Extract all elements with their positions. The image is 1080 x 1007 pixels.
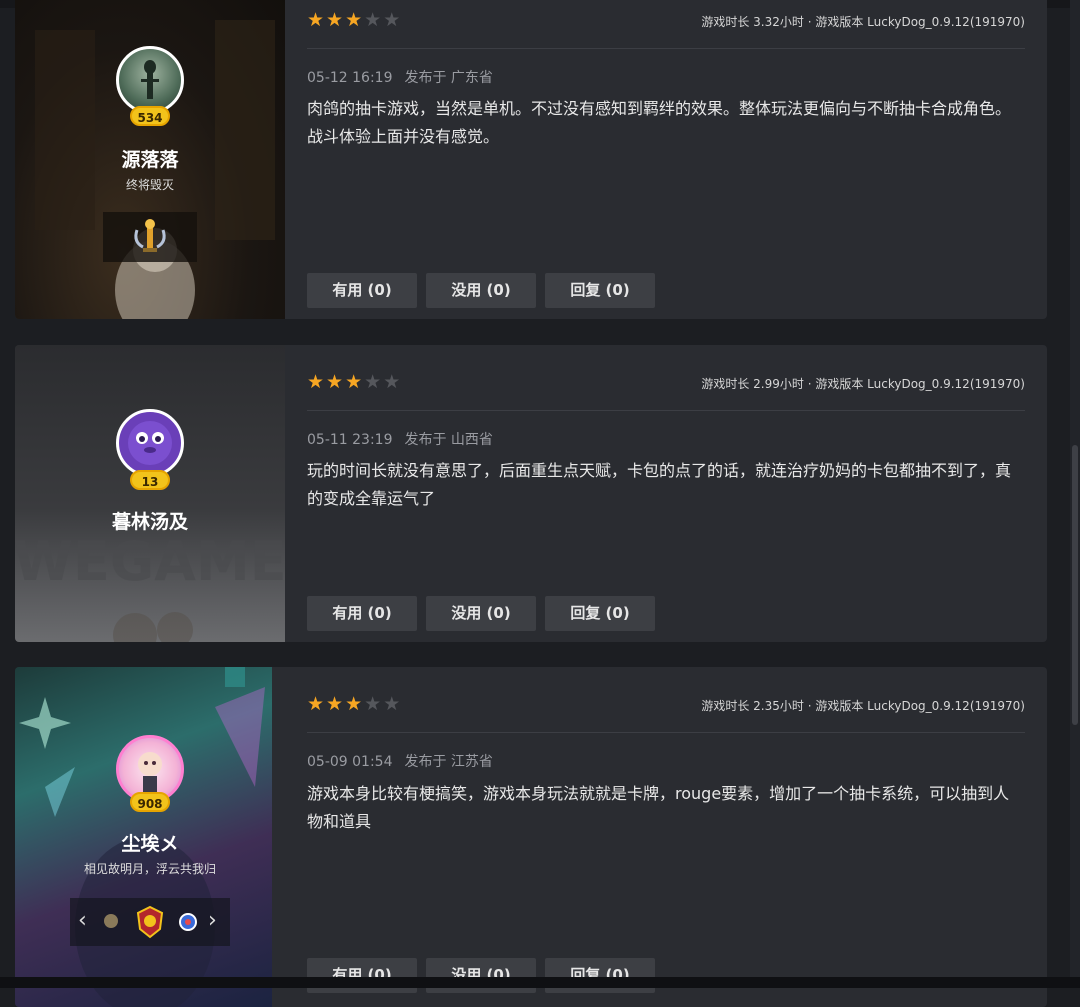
review-text: 肉鸽的抽卡游戏，当然是单机。不过没有感知到羁绊的效果。整体玩法更偏向与不断抽卡合… [307, 99, 1012, 146]
figure-avatar-icon[interactable] [116, 46, 184, 114]
user-panel: 534 源落落 终将毁灭 [15, 0, 285, 319]
user-panel: WEGAME 13 暮林汤及 [15, 345, 285, 642]
chevron-left-icon[interactable]: ‹ [78, 908, 87, 933]
star-icon: ★ [307, 9, 325, 31]
divider [307, 732, 1025, 733]
review-text: 玩的时间长就没有意思了，后面重生点天赋，卡包的点了的话，就连治疗奶妈的卡包都抽不… [307, 461, 1012, 508]
post-location: 发布于 江苏省 [404, 754, 493, 770]
review-text: 游戏本身比较有梗搞笑，游戏本身玩法就就是卡牌，rouge要素，增加了一个抽卡系统… [307, 784, 1010, 831]
star-icon: ★ [345, 371, 363, 393]
star-icon: ★ [326, 9, 344, 31]
review-body: ★ ★ ★ ★ ★ 游戏时长 3.32小时 · 游戏版本 LuckyDog_0.9.12… [307, 0, 1025, 319]
playtime-version: 游戏时长 3.32小时 · 游戏版本 LuckyDog_0.9.12(19197… [701, 15, 1025, 29]
user-motto: 终将毁灭 [125, 178, 174, 192]
username[interactable]: 尘埃メ [15, 829, 272, 856]
star-icon: ★ [364, 371, 382, 393]
rating-stars: ★ ★ ★ ★ ★ [307, 693, 402, 715]
review-card: 534 源落落 终将毁灭 ★ ★ ★ ★ ★ 游戏时长 3.32小时 · 游戏版本 Lu… [15, 0, 1047, 319]
post-date: 05-12 16:19 发布于 广东省 [307, 67, 493, 87]
star-icon: ★ [345, 693, 363, 715]
post-time: 05-11 23:19 [307, 432, 393, 448]
reply-button[interactable]: 回复 (0) [545, 273, 655, 308]
post-date: 05-09 01:54 发布于 江苏省 [307, 751, 493, 771]
trophy-badge-icon[interactable] [103, 212, 197, 262]
useful-button[interactable]: 有用 (0) [307, 273, 417, 308]
useless-button[interactable]: 没用 (0) [426, 596, 536, 631]
review-actions: 有用 (0) 没用 (0) 回复 (0) [307, 596, 664, 631]
post-location: 发布于 山西省 [404, 432, 493, 448]
rating-stars: ★ ★ ★ ★ ★ [307, 9, 402, 31]
useless-button[interactable]: 没用 (0) [426, 273, 536, 308]
rating-stars: ★ ★ ★ ★ ★ [307, 371, 402, 393]
post-time: 05-12 16:19 [307, 70, 393, 86]
review-body: ★ ★ ★ ★ ★ 游戏时长 2.99小时 · 游戏版本 LuckyDog_0.9.12… [307, 345, 1025, 642]
divider [307, 48, 1025, 49]
useful-button[interactable]: 有用 (0) [307, 596, 417, 631]
user-motto: 相见故明月，浮云共我归 [83, 862, 216, 876]
star-icon: ★ [364, 693, 382, 715]
level-badge: 908 [130, 792, 170, 812]
playtime-version: 游戏时长 2.35小时 · 游戏版本 LuckyDog_0.9.12(19197… [701, 699, 1025, 713]
review-body: ★ ★ ★ ★ ★ 游戏时长 2.35小时 · 游戏版本 LuckyDog_0.9.12… [307, 667, 1025, 1007]
star-icon: ★ [383, 371, 401, 393]
star-icon: ★ [383, 9, 401, 31]
star-icon: ★ [364, 9, 382, 31]
username[interactable]: 暮林汤及 [15, 507, 285, 534]
review-actions: 有用 (0) 没用 (0) 回复 (0) [307, 273, 664, 308]
post-time: 05-09 01:54 [307, 754, 393, 770]
reply-button[interactable]: 回复 (0) [545, 596, 655, 631]
post-location: 发布于 广东省 [404, 70, 493, 86]
review-card: 908 尘埃メ 相见故明月，浮云共我归 ‹ › ★ ★ ★ ★ ★ 游戏时长 2.35小… [15, 667, 1047, 1007]
playtime-version: 游戏时长 2.99小时 · 游戏版本 LuckyDog_0.9.12(19197… [701, 377, 1025, 391]
wegame-watermark-icon: WEGAME [15, 530, 285, 642]
divider [307, 410, 1025, 411]
svg-text:WEGAME: WEGAME [15, 530, 285, 593]
review-card: WEGAME 13 暮林汤及 ★ ★ ★ ★ ★ 游戏时长 2.99小时 · 游戏版本 … [15, 345, 1047, 642]
star-icon: ★ [345, 9, 363, 31]
chevron-right-icon[interactable]: › [208, 908, 217, 933]
level-badge: 534 [130, 106, 170, 126]
badge-bar [103, 212, 197, 262]
bottom-strip [0, 977, 1080, 988]
shield-badge-icon[interactable] [136, 905, 164, 939]
level-badge: 13 [130, 470, 170, 490]
round-badge-icon[interactable] [178, 912, 198, 932]
star-icon: ★ [326, 693, 344, 715]
purple-creature-avatar-icon[interactable] [116, 409, 184, 477]
star-icon: ★ [383, 693, 401, 715]
post-date: 05-11 23:19 发布于 山西省 [307, 429, 493, 449]
star-icon: ★ [307, 371, 325, 393]
medal-badge-icon[interactable] [104, 914, 118, 928]
scrollbar-thumb[interactable] [1072, 445, 1078, 725]
star-icon: ★ [307, 693, 325, 715]
star-icon: ★ [326, 371, 344, 393]
badge-carousel: ‹ › [70, 898, 230, 946]
username[interactable]: 源落落 [15, 145, 285, 172]
user-panel: 908 尘埃メ 相见故明月，浮云共我归 ‹ › [15, 667, 272, 1007]
